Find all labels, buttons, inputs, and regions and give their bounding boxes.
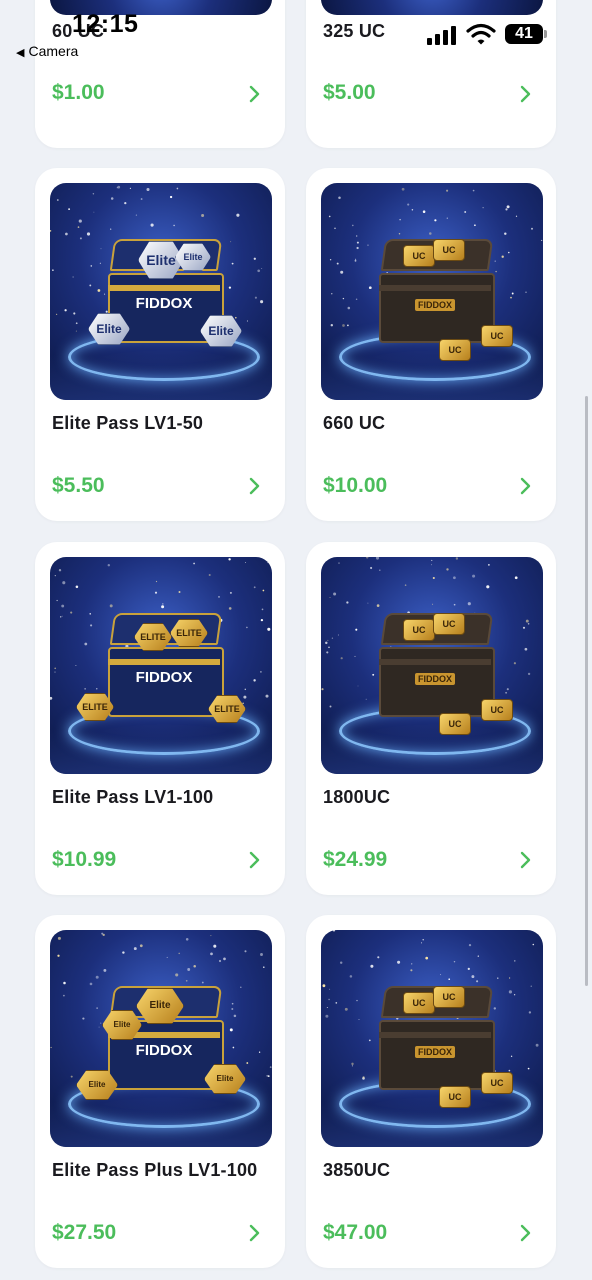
chevron-right-icon[interactable] <box>514 1221 536 1245</box>
product-card[interactable]: FIDDOX UC UC UC UC 1800UC $24.99 <box>306 542 556 895</box>
product-image: FIDDOX Elite PLUS Elite PLUS Elite PLUS … <box>50 930 272 1147</box>
product-price: $10.00 <box>323 474 388 497</box>
chest-label: FIDDOX <box>415 299 455 311</box>
product-card[interactable]: FIDDOX Elite PLUS Elite PLUS Elite PLUS … <box>35 915 285 1268</box>
product-image: FIDDOX ELITE ELITE ELITE ELITE <box>50 557 272 774</box>
coin-icon: UC <box>403 619 435 641</box>
product-image: FIDDOX UC UC UC UC <box>321 930 543 1147</box>
product-title: 1800UC <box>323 787 391 807</box>
product-title: 60 UC <box>52 21 105 41</box>
chevron-right-icon[interactable] <box>243 82 265 106</box>
product-card[interactable]: FIDDOX Elite Elite Elite Elite Elite Pas… <box>35 168 285 521</box>
coin-icon: UC <box>403 245 435 267</box>
product-card[interactable]: 325 UC $5.00 <box>306 0 556 148</box>
treasure-chest-icon: FIDDOX <box>379 613 495 717</box>
product-price: $10.99 <box>52 848 117 871</box>
product-price: $24.99 <box>323 848 388 871</box>
chevron-right-icon[interactable] <box>514 474 536 498</box>
product-price: $27.50 <box>52 1221 117 1244</box>
product-image: FIDDOX UC UC UC UC <box>321 183 543 400</box>
product-card[interactable]: 60 UC $1.00 <box>35 0 285 148</box>
chest-label: FIDDOX <box>135 669 193 686</box>
coin-icon: UC <box>481 699 513 721</box>
product-price: $5.00 <box>323 81 376 104</box>
chest-label: FIDDOX <box>135 295 193 312</box>
chevron-right-icon[interactable] <box>514 82 536 106</box>
chest-label: FIDDOX <box>135 1042 193 1059</box>
coin-icon: UC <box>439 1086 471 1108</box>
treasure-chest-icon: FIDDOX <box>379 986 495 1090</box>
product-title: Elite Pass LV1-100 <box>52 787 214 807</box>
back-label: Camera <box>28 43 79 59</box>
scrollbar[interactable] <box>585 396 588 986</box>
product-card[interactable]: FIDDOX UC UC UC UC 3850UC $47.00 <box>306 915 556 1268</box>
treasure-chest-icon: FIDDOX <box>379 239 495 343</box>
coin-icon: UC <box>481 325 513 347</box>
product-title: 3850UC <box>323 1160 391 1180</box>
chevron-right-icon[interactable] <box>243 474 265 498</box>
chevron-right-icon[interactable] <box>243 848 265 872</box>
product-image <box>321 0 543 15</box>
coin-icon: UC <box>433 986 465 1008</box>
product-title: 325 UC <box>323 21 386 41</box>
coin-icon: UC <box>433 239 465 261</box>
back-to-app-button[interactable]: ◀ Camera <box>16 43 78 59</box>
coin-icon: UC <box>433 613 465 635</box>
product-price: $47.00 <box>323 1221 388 1244</box>
chevron-right-icon[interactable] <box>514 848 536 872</box>
coin-icon: UC <box>403 992 435 1014</box>
product-title: Elite Pass Plus LV1-100 <box>52 1160 258 1180</box>
product-title: 660 UC <box>323 413 386 433</box>
chevron-right-icon[interactable] <box>243 1221 265 1245</box>
product-price: $1.00 <box>52 81 105 104</box>
product-card[interactable]: FIDDOX UC UC UC UC 660 UC $10.00 <box>306 168 556 521</box>
back-arrow-icon: ◀ <box>16 47 25 59</box>
product-grid: 60 UC $1.00 325 UC $5.00 FIDDOX Elite El… <box>0 0 592 1280</box>
product-image: FIDDOX UC UC UC UC <box>321 557 543 774</box>
coin-icon: UC <box>481 1072 513 1094</box>
product-price: $5.50 <box>52 474 105 497</box>
product-image <box>50 0 272 15</box>
coin-icon: UC <box>439 339 471 361</box>
product-title: Elite Pass LV1-50 <box>52 413 204 433</box>
product-card[interactable]: FIDDOX ELITE ELITE ELITE ELITE Elite Pas… <box>35 542 285 895</box>
product-image: FIDDOX Elite Elite Elite Elite <box>50 183 272 400</box>
chest-label: FIDDOX <box>415 1046 455 1058</box>
coin-icon: UC <box>439 713 471 735</box>
chest-label: FIDDOX <box>415 673 455 685</box>
